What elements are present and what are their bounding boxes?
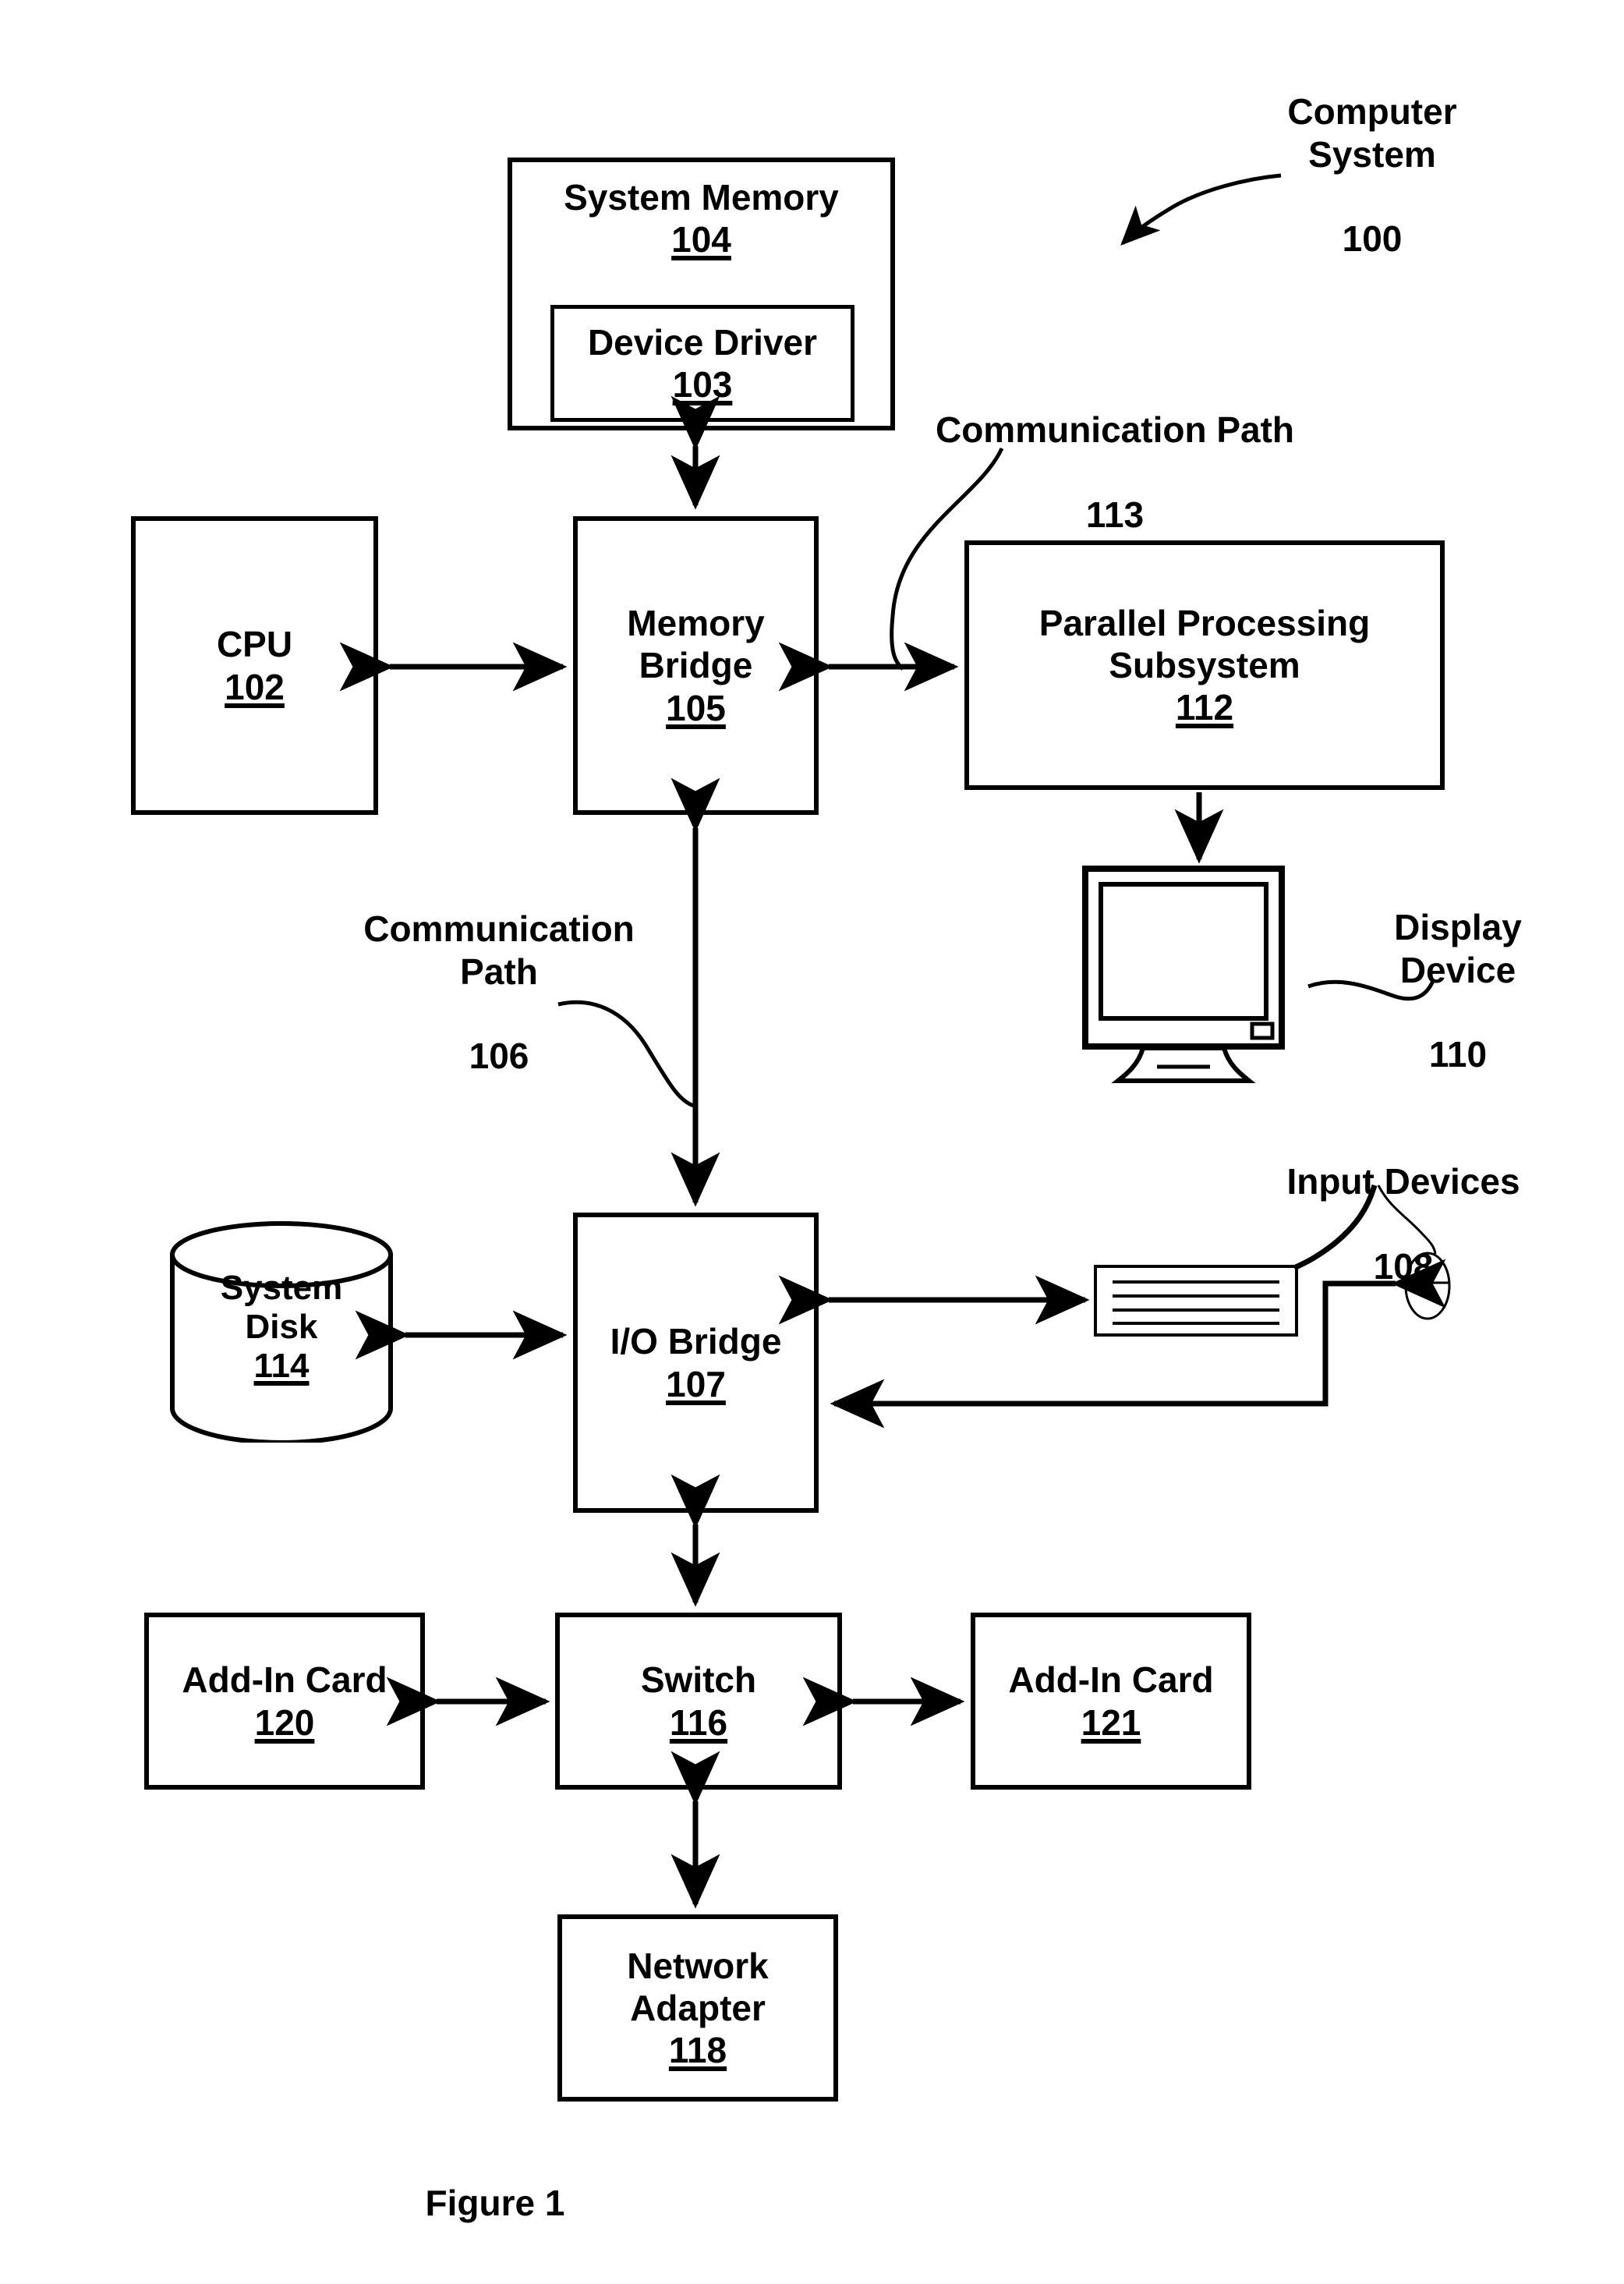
callout-computer-system-label: Computer System <box>1287 91 1457 175</box>
block-io-bridge-number: 107 <box>666 1363 726 1404</box>
block-switch-label: Switch <box>640 1659 757 1701</box>
callout-communication-path-113: Communication Path 113 <box>889 367 1341 536</box>
block-parallel-processing-subsystem-number: 112 <box>1175 687 1234 728</box>
block-memory-bridge: Memory Bridge 105 <box>573 516 819 815</box>
block-add-in-card-120-label: Add-In Card <box>182 1659 387 1701</box>
callout-communication-path-113-number: 113 <box>1085 494 1145 535</box>
callout-communication-path-106-number: 106 <box>469 1036 529 1077</box>
callout-display-device-number: 110 <box>1428 1034 1488 1075</box>
block-add-in-card-121: Add-In Card 121 <box>971 1613 1251 1790</box>
callout-communication-path-106: Communication Path 106 <box>327 866 670 1077</box>
block-memory-bridge-number: 105 <box>666 687 726 728</box>
block-network-adapter-label: Network Adapter <box>627 1945 769 2028</box>
block-add-in-card-121-label: Add-In Card <box>1008 1659 1214 1701</box>
monitor-icon <box>1082 866 1308 1084</box>
block-switch: Switch 116 <box>555 1613 842 1790</box>
callout-communication-path-106-label: Communication Path <box>363 908 635 992</box>
block-system-disk-number: 114 <box>253 1347 310 1385</box>
block-io-bridge-label: I/O Bridge <box>610 1321 782 1362</box>
block-device-driver-label: Device Driver <box>587 321 818 363</box>
block-cpu-number: 102 <box>225 666 285 707</box>
block-network-adapter: Network Adapter 118 <box>557 1914 838 2102</box>
block-memory-bridge-label: Memory Bridge <box>627 603 765 686</box>
keyboard-icon <box>1094 1265 1298 1337</box>
block-device-driver: Device Driver 103 <box>550 305 854 422</box>
callout-display-device-label: Display Device <box>1394 907 1522 990</box>
block-parallel-processing-subsystem: Parallel Processing Subsystem 112 <box>964 540 1445 790</box>
block-system-memory-number: 104 <box>671 219 731 260</box>
block-cpu-label: CPU <box>216 624 293 665</box>
block-network-adapter-number: 118 <box>668 2030 727 2071</box>
block-system-memory-label: System Memory <box>564 177 839 218</box>
block-system-disk-label: System Disk <box>220 1269 343 1346</box>
callout-computer-system-number: 100 <box>1342 218 1403 260</box>
block-switch-number: 116 <box>669 1701 728 1743</box>
callout-display-device: Display Device 110 <box>1325 864 1590 1075</box>
block-cpu: CPU 102 <box>131 516 378 815</box>
figure-canvas: Computer System 100 System Memory 104 De… <box>0 0 1624 2284</box>
block-add-in-card-120: Add-In Card 120 <box>144 1613 425 1790</box>
callout-input-devices-label: Input Devices <box>1286 1161 1520 1202</box>
callout-communication-path-113-label: Communication Path <box>935 409 1295 451</box>
block-device-driver-number: 103 <box>672 364 733 405</box>
figure-caption: Figure 1 <box>425 2183 565 2223</box>
block-add-in-card-120-number: 120 <box>254 1701 315 1743</box>
block-add-in-card-121-number: 121 <box>1081 1701 1141 1743</box>
callout-computer-system: Computer System 100 <box>1216 48 1528 260</box>
block-parallel-processing-subsystem-label: Parallel Processing Subsystem <box>1038 602 1371 685</box>
block-io-bridge: I/O Bridge 107 <box>573 1213 819 1513</box>
mouse-icon <box>1403 1252 1452 1320</box>
block-system-memory: System Memory 104 Device Driver 103 <box>508 158 895 430</box>
block-system-disk: System Disk 114 <box>168 1220 395 1443</box>
